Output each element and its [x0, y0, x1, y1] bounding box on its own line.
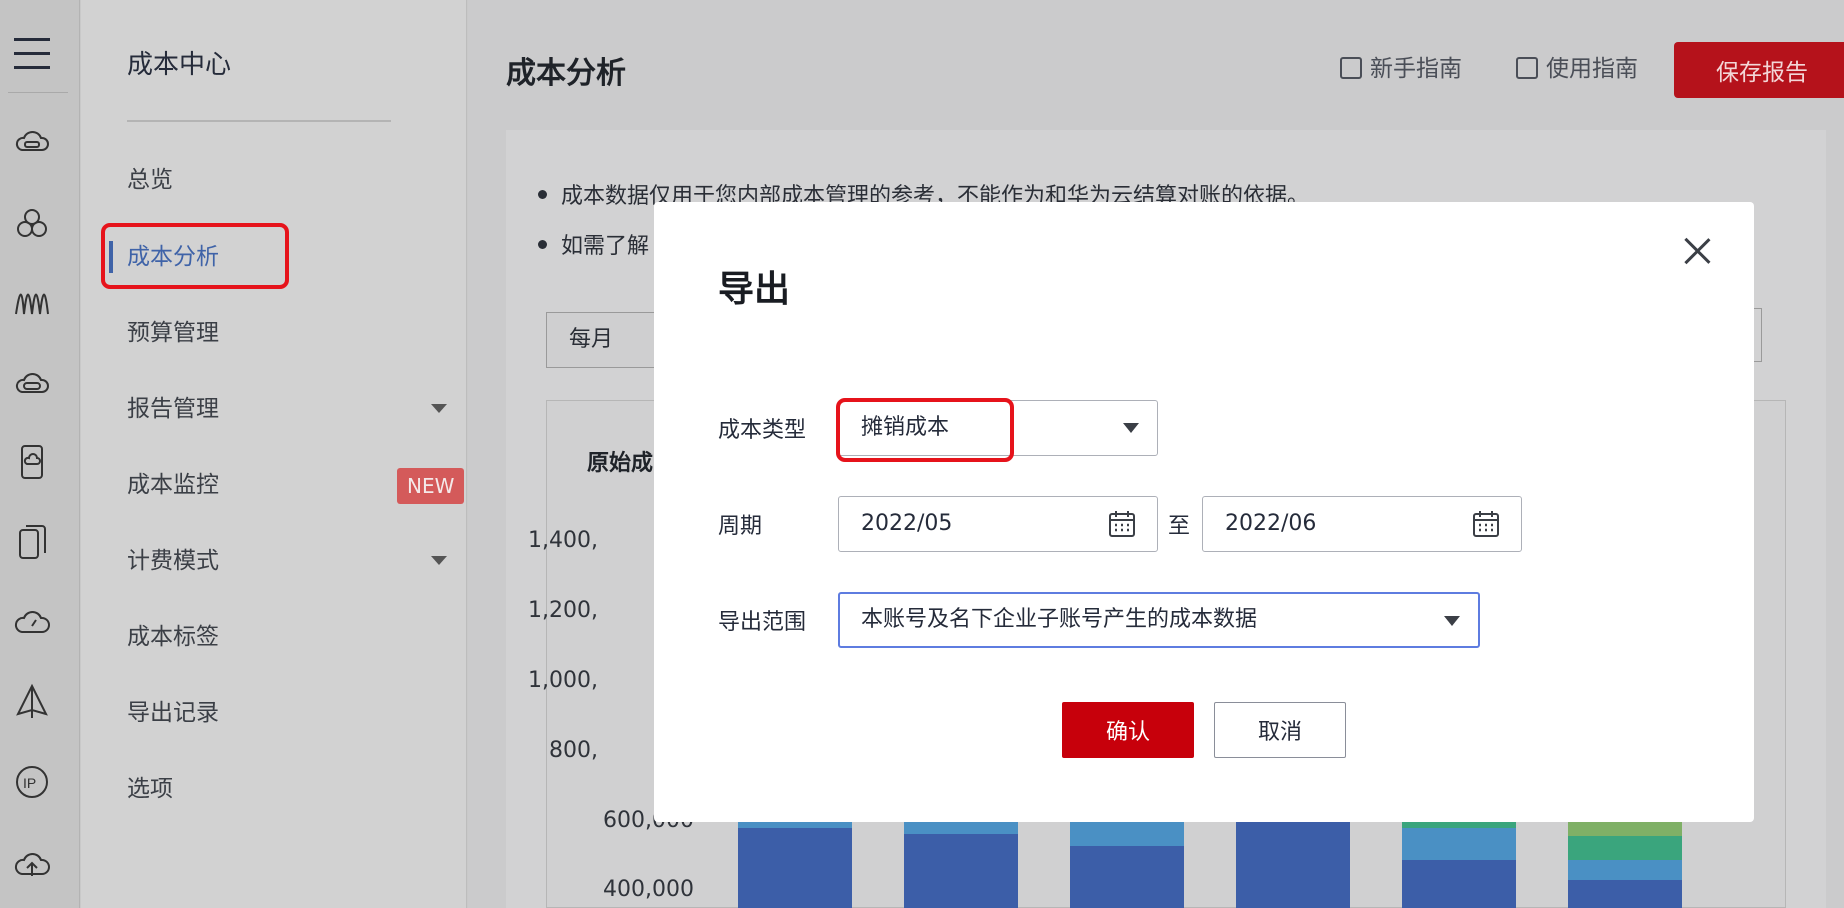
- calendar-icon[interactable]: [1107, 509, 1137, 539]
- menu-icon[interactable]: [14, 38, 50, 72]
- sidebar-item-label: 选项: [127, 776, 173, 802]
- period-start-value: 2022/05: [861, 511, 953, 536]
- cloud-upload-icon[interactable]: [12, 844, 52, 884]
- bar-segment: [1568, 820, 1682, 836]
- cancel-button[interactable]: 取消: [1214, 702, 1346, 758]
- bar-segment: [1070, 820, 1184, 846]
- chevron-down-icon: [1123, 423, 1139, 433]
- mobile-icon[interactable]: [12, 442, 52, 482]
- sidebar-item-label: 预算管理: [127, 320, 219, 346]
- sidebar-item-cost-monitor[interactable]: 成本监控 NEW: [127, 465, 465, 505]
- sidebar-item-label: 计费模式: [127, 548, 219, 574]
- sidebar-item-export-records[interactable]: 导出记录: [127, 693, 447, 733]
- bar-segment: [904, 834, 1018, 908]
- sidebar-item-label: 报告管理: [127, 396, 219, 422]
- export-scope-select[interactable]: 本账号及名下企业子账号产生的成本数据: [838, 592, 1480, 648]
- period-label: 周期: [718, 514, 763, 539]
- bar-segment: [1402, 828, 1516, 860]
- period-end-input[interactable]: 2022/06: [1202, 496, 1522, 552]
- bar-segment: [1402, 860, 1516, 908]
- cloud-server-icon[interactable]: [12, 124, 52, 164]
- multi-device-icon[interactable]: [12, 522, 52, 562]
- scope-label: 导出范围: [718, 610, 807, 635]
- sidebar-item-label: 成本标签: [127, 624, 219, 650]
- export-dialog: 导出 成本类型 摊销成本 周期 2022/05 至 2022/06 导出范围 本…: [654, 202, 1754, 822]
- chevron-down-icon: [431, 556, 447, 565]
- ip-icon[interactable]: IP: [12, 762, 52, 802]
- sidebar-item-reports[interactable]: 报告管理: [127, 389, 447, 429]
- dialog-title: 导出: [718, 269, 791, 310]
- menu-divider: [127, 120, 391, 122]
- sidebar-item-label: 总览: [127, 167, 173, 193]
- sidebar-item-options[interactable]: 选项: [127, 769, 447, 809]
- cloud-monitor-icon[interactable]: [12, 602, 52, 642]
- confirm-button[interactable]: 确认: [1062, 702, 1194, 758]
- rail-divider: [8, 92, 68, 93]
- bar-segment: [1568, 860, 1682, 880]
- sidebar-item-budget[interactable]: 预算管理: [127, 313, 447, 353]
- sidebar-item-label: 导出记录: [127, 700, 219, 726]
- cost-type-label: 成本类型: [718, 418, 807, 443]
- bar-segment: [1070, 846, 1184, 908]
- highlight-box-menu: [101, 223, 289, 289]
- new-badge: NEW: [397, 468, 465, 504]
- waveform-icon[interactable]: [12, 284, 52, 324]
- sidebar-item-billing-mode[interactable]: 计费模式: [127, 541, 447, 581]
- chevron-down-icon: [431, 404, 447, 413]
- export-scope-value: 本账号及名下企业子账号产生的成本数据: [861, 607, 1258, 632]
- bar-segment: [1568, 880, 1682, 908]
- menu-title: 成本中心: [127, 50, 232, 80]
- svg-text:IP: IP: [23, 775, 36, 791]
- sidebar-item-overview[interactable]: 总览: [127, 160, 447, 200]
- highlight-box-cost-type: [836, 398, 1014, 462]
- sail-icon[interactable]: [12, 682, 52, 722]
- calendar-icon[interactable]: [1471, 509, 1501, 539]
- close-icon[interactable]: [1682, 236, 1712, 266]
- period-end-value: 2022/06: [1225, 511, 1317, 536]
- bar-segment: [1568, 836, 1682, 860]
- side-menu: 成本中心 总览 成本分析 预算管理 报告管理 成本监控 NEW 计费模式 成本标签…: [81, 0, 467, 908]
- sidebar-item-cost-tags[interactable]: 成本标签: [127, 617, 447, 657]
- cluster-icon[interactable]: [12, 204, 52, 244]
- bar-segment: [904, 820, 1018, 834]
- bar-segment: [1236, 820, 1350, 908]
- network-icon[interactable]: [12, 364, 52, 404]
- period-start-input[interactable]: 2022/05: [838, 496, 1158, 552]
- chevron-down-icon: [1444, 616, 1460, 626]
- bar-segment: [738, 828, 852, 908]
- sidebar-item-label: 成本监控: [127, 472, 219, 498]
- icon-rail: IP: [0, 0, 80, 908]
- period-separator: 至: [1168, 514, 1191, 539]
